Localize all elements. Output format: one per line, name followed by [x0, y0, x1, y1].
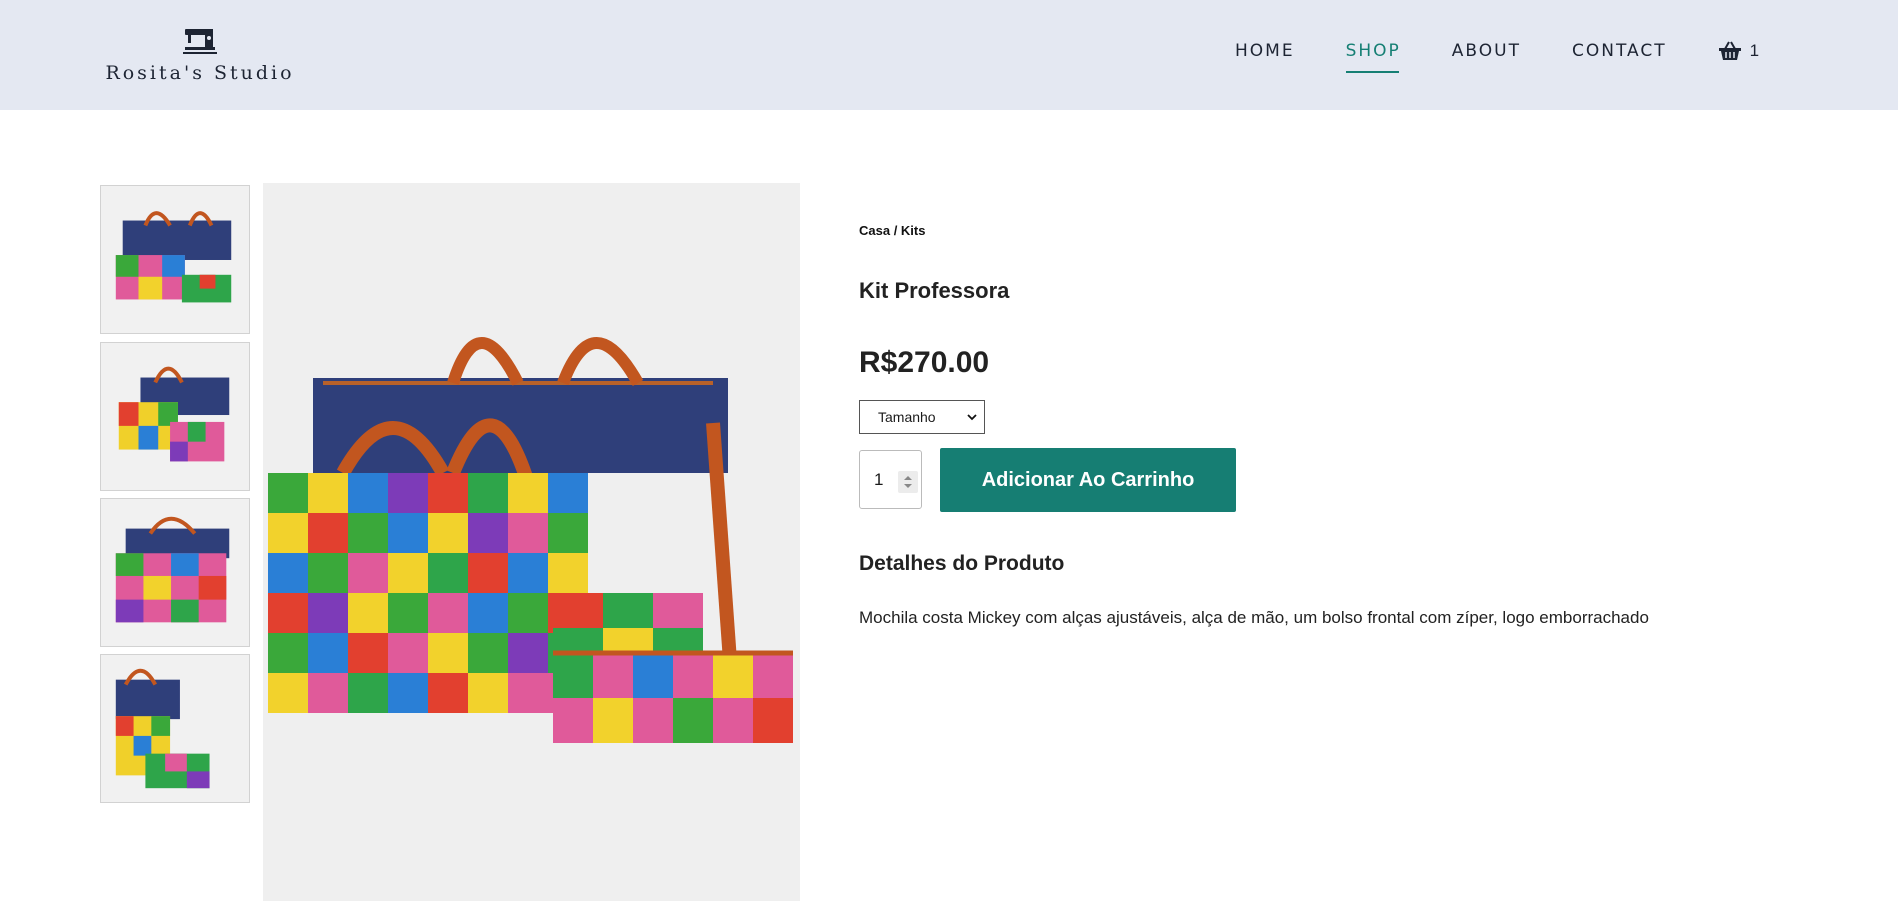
site-header: Rosita's Studio HOME SHOP ABOUT CONTACT … [0, 0, 1898, 110]
nav-shop[interactable]: SHOP [1345, 41, 1401, 73]
main-product-image[interactable] [263, 183, 800, 901]
thumbnail-4[interactable] [100, 654, 250, 803]
product-details-text: Mochila costa Mickey com alças ajustávei… [859, 608, 1649, 627]
quantity-value: 1 [874, 470, 884, 489]
basket-icon [1718, 41, 1741, 60]
product-price: R$270.00 [859, 346, 990, 379]
cart-button[interactable]: 1 [1718, 40, 1759, 62]
quantity-stepper[interactable]: 1 [859, 450, 922, 509]
add-to-cart-button[interactable]: Adicionar Ao Carrinho [940, 448, 1236, 512]
product-thumbnail-image [101, 343, 249, 490]
nav-home[interactable]: HOME [1235, 41, 1295, 61]
breadcrumb-home[interactable]: Casa [859, 223, 890, 238]
size-select-value: Tamanho [878, 409, 936, 425]
chevron-down-icon [967, 414, 977, 421]
breadcrumb-separator: / [890, 223, 901, 238]
nav-contact[interactable]: CONTACT [1572, 41, 1667, 61]
sewing-machine-icon [183, 29, 217, 54]
product-title: Kit Professora [859, 278, 1010, 303]
product-photo [263, 183, 800, 901]
product-thumbnail-image [101, 499, 249, 646]
cart-count: 1 [1749, 41, 1760, 60]
product-thumbnail-image [101, 655, 249, 802]
breadcrumb-category[interactable]: Kits [901, 223, 926, 238]
main-nav: HOME SHOP ABOUT CONTACT 1 [1235, 40, 1759, 73]
thumbnail-3[interactable] [100, 498, 250, 647]
product-details-heading: Detalhes do Produto [859, 552, 1065, 575]
nav-about[interactable]: ABOUT [1452, 41, 1521, 61]
quantity-spin-buttons[interactable] [898, 471, 918, 493]
breadcrumb: Casa / Kits [859, 223, 925, 238]
size-select[interactable]: Tamanho [859, 400, 985, 434]
brand-name: Rosita's Studio [105, 62, 295, 84]
brand-logo[interactable]: Rosita's Studio [100, 26, 300, 84]
thumbnail-2[interactable] [100, 342, 250, 491]
product-thumbnail-image [101, 186, 249, 333]
thumbnail-1[interactable] [100, 185, 250, 334]
